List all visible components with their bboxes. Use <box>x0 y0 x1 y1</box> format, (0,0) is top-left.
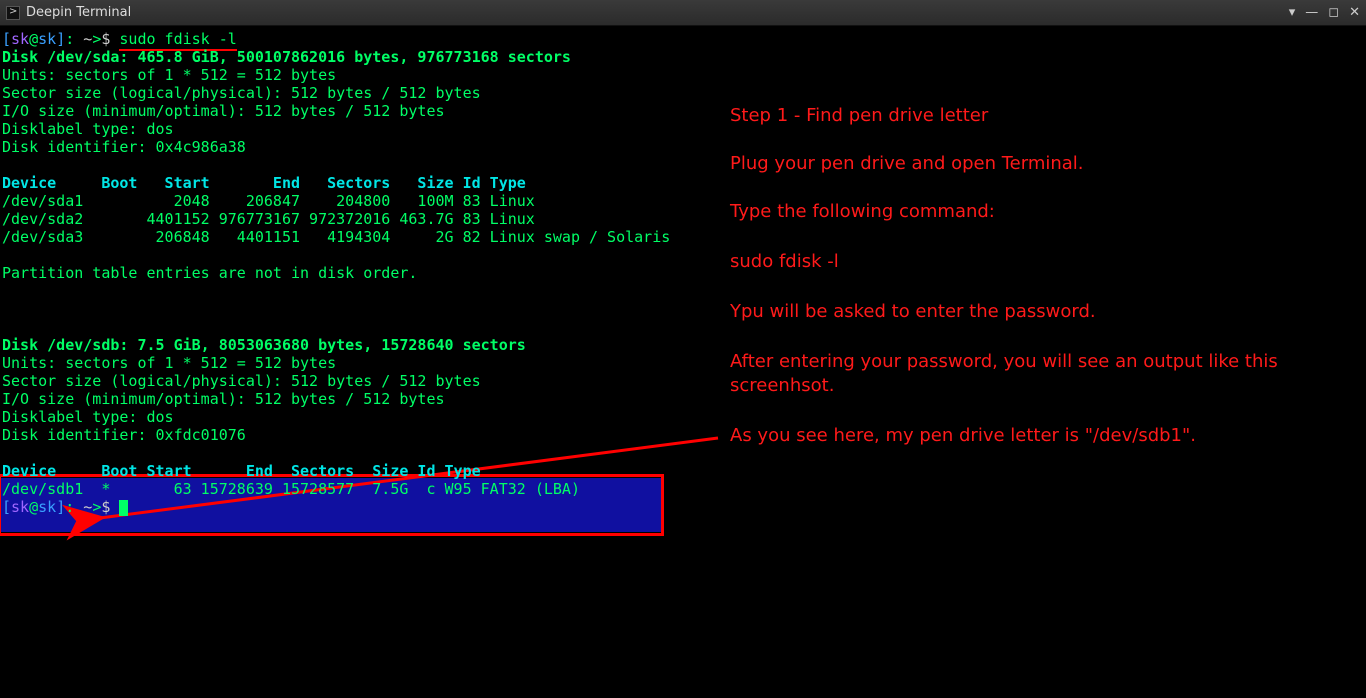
disk-sda-header: Disk /dev/sda: 465.8 GiB, 500107862016 b… <box>2 48 678 66</box>
instruction-p1: Plug your pen drive and open Terminal. <box>730 152 1350 176</box>
disk-sda-units: Units: sectors of 1 * 512 = 512 bytes <box>2 66 678 84</box>
terminal-icon <box>6 6 20 20</box>
instruction-p6: As you see here, my pen drive letter is … <box>730 424 1350 448</box>
disk-sdb-header: Disk /dev/sdb: 7.5 GiB, 8053063680 bytes… <box>2 336 678 354</box>
disk-sda-ident: Disk identifier: 0x4c986a38 <box>2 138 678 156</box>
window-controls: ▾ — ◻ ✕ <box>1289 5 1360 20</box>
prompt-line-2: [sk@sk]: ~>$ <box>2 498 678 516</box>
instruction-p3: sudo fdisk -l <box>730 250 1350 274</box>
instruction-p2: Type the following command: <box>730 200 1350 224</box>
instruction-p5: After entering your password, you will s… <box>730 350 1350 398</box>
instruction-p4: Ypu will be asked to enter the password. <box>730 300 1350 324</box>
disk-sda-label: Disklabel type: dos <box>2 120 678 138</box>
disk-sdb-sector: Sector size (logical/physical): 512 byte… <box>2 372 678 390</box>
disk-sdb-ident: Disk identifier: 0xfdc01076 <box>2 426 678 444</box>
maximize-button[interactable]: ◻ <box>1328 5 1339 20</box>
disk-sdb-label: Disklabel type: dos <box>2 408 678 426</box>
prompt-line-1: [sk@sk]: ~>$ sudo fdisk -l <box>2 30 678 48</box>
disk-sdb-io: I/O size (minimum/optimal): 512 bytes / … <box>2 390 678 408</box>
window-title: Deepin Terminal <box>26 5 131 20</box>
disk-sda-table-header: Device Boot Start End Sectors Size Id Ty… <box>2 174 678 192</box>
table-row: /dev/sdb1 * 63 15728639 15728577 7.5G c … <box>2 480 678 498</box>
instruction-step: Step 1 - Find pen drive letter <box>730 104 1350 128</box>
disk-sda-io: I/O size (minimum/optimal): 512 bytes / … <box>2 102 678 120</box>
terminal-body[interactable]: [sk@sk]: ~>$ sudo fdisk -l Disk /dev/sda… <box>0 26 680 520</box>
minimize-button[interactable]: — <box>1305 5 1318 20</box>
table-row: /dev/sda2 4401152 976773167 972372016 46… <box>2 210 678 228</box>
disk-sda-note: Partition table entries are not in disk … <box>2 264 678 282</box>
table-row: /dev/sda3 206848 4401151 4194304 2G 82 L… <box>2 228 678 246</box>
close-button[interactable]: ✕ <box>1349 5 1360 20</box>
disk-sdb-table-header: Device Boot Start End Sectors Size Id Ty… <box>2 462 678 480</box>
menu-down-icon[interactable]: ▾ <box>1289 5 1296 20</box>
window-titlebar: Deepin Terminal ▾ — ◻ ✕ <box>0 0 1366 26</box>
cursor <box>119 500 128 516</box>
table-row: /dev/sda1 2048 206847 204800 100M 83 Lin… <box>2 192 678 210</box>
disk-sda-sector: Sector size (logical/physical): 512 byte… <box>2 84 678 102</box>
disk-sdb-units: Units: sectors of 1 * 512 = 512 bytes <box>2 354 678 372</box>
